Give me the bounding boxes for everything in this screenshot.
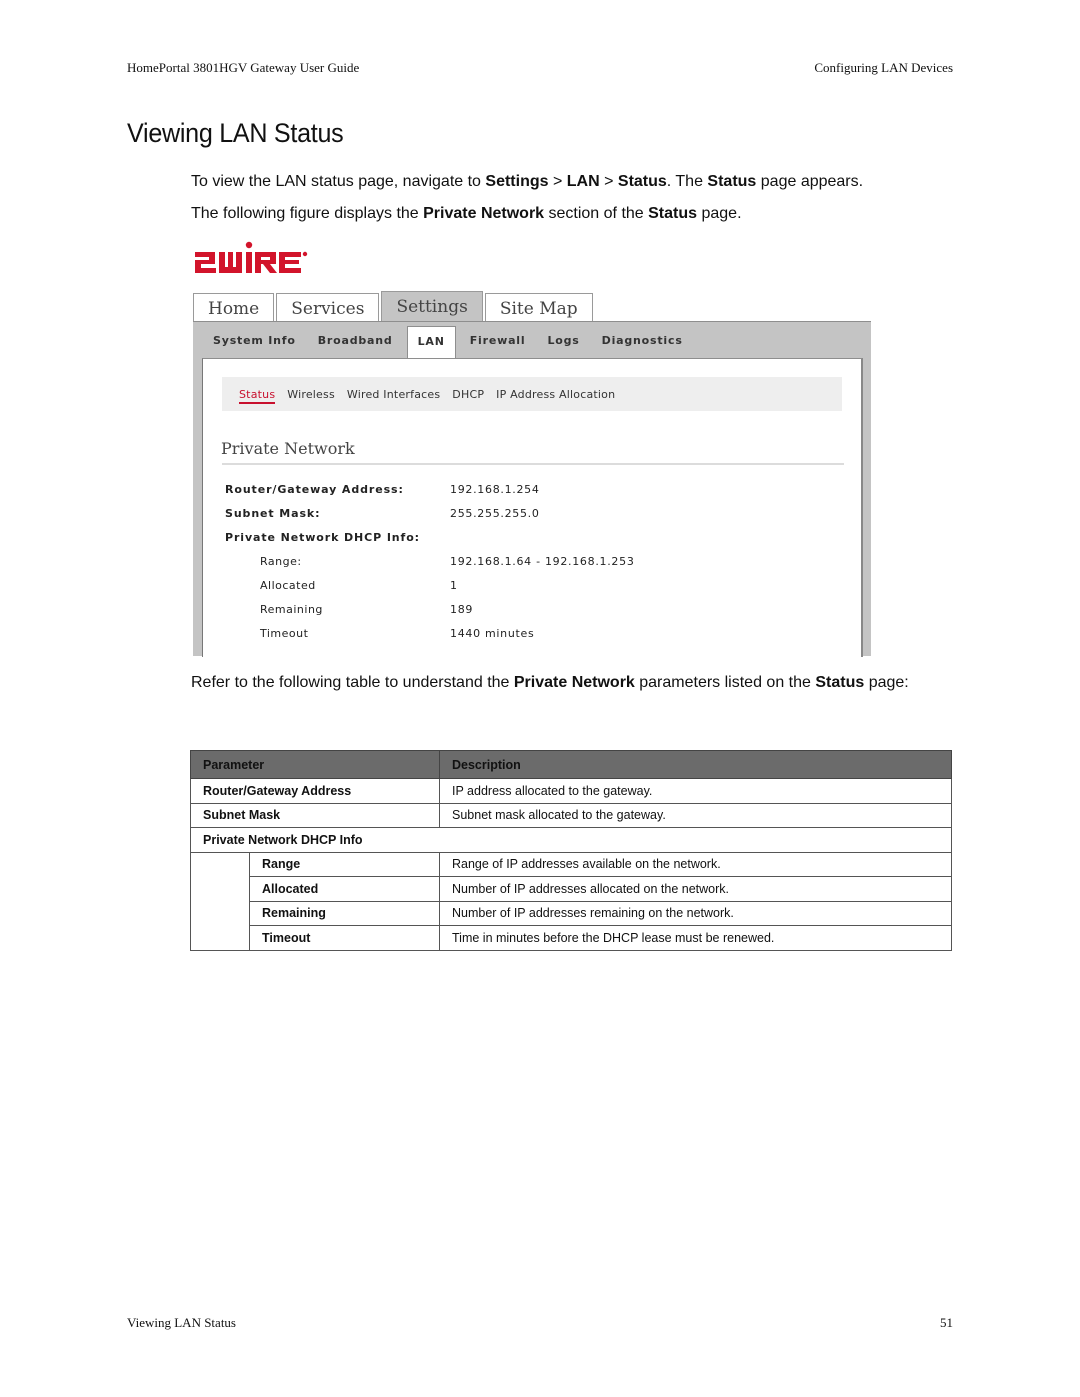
table-row: Range Range of IP addresses available on…	[190, 851, 952, 877]
lan-tab-wired-interfaces[interactable]: Wired Interfaces	[347, 388, 440, 401]
field-label: Range:	[260, 555, 302, 568]
parameter-description: Range of IP addresses available on the n…	[439, 851, 952, 877]
subtab-lan[interactable]: LAN	[406, 325, 456, 359]
parameter-name: Router/Gateway Address	[190, 778, 440, 804]
document-title: HomePortal 3801HGV Gateway User Guide	[127, 60, 360, 75]
field-value: 255.255.255.0	[450, 507, 540, 520]
chapter-title: Configuring LAN Devices	[814, 60, 953, 75]
running-header: HomePortal 3801HGV Gateway User Guide Co…	[127, 60, 953, 76]
table-row: Router/Gateway Address IP address alloca…	[190, 778, 952, 804]
parameter-name: Subnet Mask	[190, 802, 440, 828]
parameter-name: Range	[249, 851, 440, 877]
figure-intro-paragraph: The following figure displays the Privat…	[191, 205, 742, 222]
footer-section-title: Viewing LAN Status	[127, 1315, 236, 1330]
subtab-logs[interactable]: Logs	[547, 334, 579, 347]
subtab-diagnostics[interactable]: Diagnostics	[602, 334, 683, 347]
table-intro-paragraph: Refer to the following table to understa…	[191, 674, 909, 691]
field-label: Allocated	[260, 579, 316, 592]
field-label: Subnet Mask:	[225, 507, 321, 520]
lan-tab-wireless[interactable]: Wireless	[287, 388, 335, 401]
indent-cell	[190, 876, 250, 901]
table-group-row: Private Network DHCP Info	[190, 827, 952, 853]
parameter-group-name: Private Network DHCP Info	[190, 827, 952, 853]
field-value: 192.168.1.254	[450, 483, 540, 496]
lan-content: Status Wireless Wired Interfaces DHCP IP…	[202, 358, 863, 657]
tab-settings[interactable]: Settings	[381, 291, 483, 322]
lan-tab-status[interactable]: Status	[239, 388, 276, 404]
field-label: Router/Gateway Address:	[225, 483, 404, 496]
parameter-description: Number of IP addresses allocated on the …	[439, 876, 952, 902]
main-tabs: Home Services Settings Site Map	[193, 291, 595, 323]
tab-home[interactable]: Home	[193, 293, 275, 322]
lan-tab-dhcp[interactable]: DHCP	[452, 388, 484, 401]
table-row: Subnet Mask Subnet mask allocated to the…	[190, 802, 952, 828]
table-row: Timeout Time in minutes before the DHCP …	[190, 925, 952, 951]
column-header-parameter: Parameter	[190, 750, 440, 779]
parameter-description: Subnet mask allocated to the gateway.	[439, 802, 952, 828]
running-footer: Viewing LAN Status 51	[127, 1315, 953, 1331]
field-value: 1440 minutes	[450, 627, 535, 640]
parameter-name: Timeout	[249, 925, 440, 951]
subtab-system-info[interactable]: System Info	[213, 334, 296, 347]
field-label: Remaining	[260, 603, 323, 616]
field-value: 189	[450, 603, 474, 616]
divider	[222, 463, 844, 465]
status-page-figure: Home Services Settings Site Map System I…	[193, 240, 873, 657]
field-value: 192.168.1.64 - 192.168.1.253	[450, 555, 635, 568]
lan-nav: Status Wireless Wired Interfaces DHCP IP…	[222, 377, 842, 411]
parameter-description: IP address allocated to the gateway.	[439, 778, 952, 804]
parameters-table: Parameter Description Router/Gateway Add…	[190, 750, 952, 951]
2wire-logo	[195, 241, 308, 273]
field-label: Private Network DHCP Info:	[225, 531, 420, 544]
table-row: Remaining Number of IP addresses remaini…	[190, 900, 952, 926]
table-header-row: Parameter Description	[190, 750, 952, 779]
private-network-heading: Private Network	[221, 439, 355, 458]
table-row: Allocated Number of IP addresses allocat…	[190, 876, 952, 902]
settings-panel: System Info Broadband LAN Firewall Logs …	[193, 321, 871, 657]
page-title: Viewing LAN Status	[127, 118, 344, 148]
indent-cell	[190, 852, 250, 877]
field-value: 1	[450, 579, 458, 592]
parameter-name: Remaining	[249, 900, 440, 926]
tab-services[interactable]: Services	[276, 293, 380, 322]
parameter-description: Number of IP addresses remaining on the …	[439, 900, 952, 926]
subtab-firewall[interactable]: Firewall	[470, 334, 526, 347]
parameter-description: Time in minutes before the DHCP lease mu…	[439, 925, 952, 951]
subtab-broadband[interactable]: Broadband	[318, 334, 393, 347]
indent-cell	[190, 901, 250, 926]
lan-tab-ip-address-allocation[interactable]: IP Address Allocation	[496, 388, 615, 401]
parameter-name: Allocated	[249, 876, 440, 902]
field-label: Timeout	[260, 627, 309, 640]
tab-site-map[interactable]: Site Map	[484, 293, 593, 322]
settings-subnav: System Info Broadband LAN Firewall Logs …	[213, 322, 705, 359]
indent-cell	[190, 925, 250, 951]
intro-paragraph: To view the LAN status page, navigate to…	[191, 173, 864, 190]
page-number: 51	[940, 1315, 953, 1330]
column-header-description: Description	[439, 750, 952, 779]
